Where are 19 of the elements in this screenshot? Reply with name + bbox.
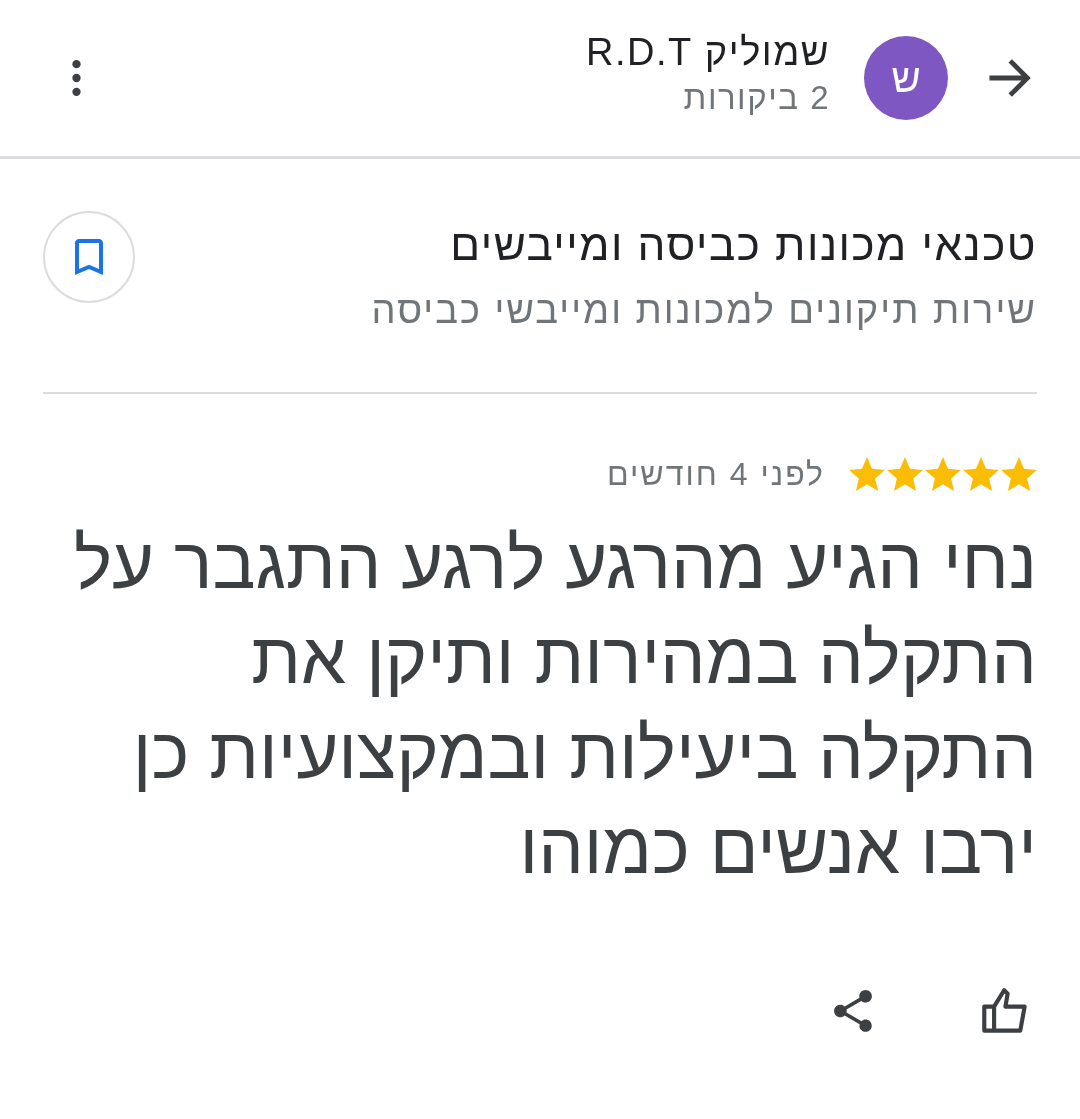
review-count: 2 ביקורות [682, 78, 830, 118]
thumbs-up-icon [981, 987, 1029, 1035]
share-icon [834, 990, 872, 1032]
star-icon [963, 457, 999, 491]
star-icon [1001, 457, 1037, 491]
bookmark-icon [75, 239, 103, 275]
review-text: נחי הגיע מהרגע לרגע התגבר על התקלה במהירות ותיקן את התקלה ביעילות ובמקצועיות כן ירבו אנשים כמוהו [72, 522, 1037, 890]
place-category: שירות תיקונים למכונות ומייבשי כביסה [371, 288, 1037, 333]
avatar-initial[interactable]: ש [864, 36, 948, 120]
place-name[interactable]: טכנאי מכונות כביסה ומייבשים [450, 217, 1037, 273]
star-icon [849, 457, 885, 491]
reviewer-name[interactable]: שמוליק R.D.T [586, 29, 830, 75]
star-icon [887, 457, 923, 491]
right-arrow-icon [987, 57, 1031, 99]
star-icon [925, 457, 961, 491]
like-button[interactable] [980, 986, 1030, 1036]
share-button[interactable] [831, 989, 875, 1033]
more-vertical-icon [71, 60, 81, 96]
review-date: לפני 4 חודשים [607, 455, 825, 493]
